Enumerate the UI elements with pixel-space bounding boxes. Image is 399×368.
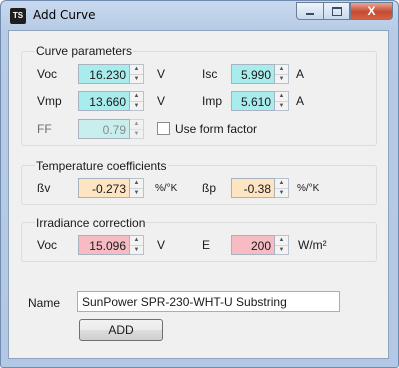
spin-up-icon: ▲ [130,120,143,130]
minimize-icon [306,13,314,15]
voc-label: Voc [37,67,58,81]
beta-p-label: ßp [202,181,217,195]
irradiance-voc-input[interactable]: 15.096 [78,235,130,255]
irradiance-voc-spin-arrows[interactable]: ▲ ▼ [130,235,144,255]
irradiance-e-input[interactable]: 200 [231,235,275,255]
use-form-factor-label[interactable]: Use form factor [175,122,257,136]
imp-spin-arrows[interactable]: ▲ ▼ [275,91,289,111]
use-form-factor-checkbox[interactable] [157,122,170,135]
vmp-label: Vmp [37,94,62,108]
minimize-button[interactable] [296,2,323,20]
beta-v-label: ßv [37,181,51,195]
spin-down-icon[interactable]: ▼ [275,102,288,111]
imp-spinner[interactable]: 5.610 ▲ ▼ [231,91,289,111]
caption-buttons: X [296,2,393,21]
spin-down-icon[interactable]: ▼ [275,246,288,255]
ff-spin-arrows: ▲ ▼ [130,119,144,139]
app-icon: TS [10,8,26,24]
ff-input: 0.79 [78,119,130,139]
voc-input[interactable]: 16.230 [78,64,130,84]
isc-input[interactable]: 5.990 [231,64,275,84]
maximize-icon [331,6,342,16]
spin-up-icon[interactable]: ▲ [130,236,143,246]
close-icon: X [367,4,376,18]
isc-label: Isc [202,67,218,81]
irradiance-e-spinner[interactable]: 200 ▲ ▼ [231,235,289,255]
spin-up-icon[interactable]: ▲ [275,65,288,75]
voc-unit: V [157,67,166,81]
close-button[interactable]: X [350,2,393,20]
isc-spinner[interactable]: 5.990 ▲ ▼ [231,64,289,84]
spin-down-icon[interactable]: ▼ [130,75,143,84]
beta-p-input[interactable]: -0.38 [231,178,275,198]
vmp-input[interactable]: 13.660 [78,91,130,111]
beta-p-unit: %/°K [297,183,320,194]
spin-down-icon[interactable]: ▼ [130,189,143,198]
beta-v-spin-arrows[interactable]: ▲ ▼ [130,178,144,198]
beta-v-spinner[interactable]: -0.273 ▲ ▼ [78,178,144,198]
spin-down-icon[interactable]: ▼ [275,75,288,84]
beta-v-unit: %/°K [155,183,178,194]
vmp-spinner[interactable]: 13.660 ▲ ▼ [78,91,144,111]
ff-spinner: 0.79 ▲ ▼ [78,119,144,139]
name-label: Name [28,296,61,310]
vmp-spin-arrows[interactable]: ▲ ▼ [130,91,144,111]
maximize-button[interactable] [323,2,350,20]
isc-unit: A [296,67,305,81]
imp-input[interactable]: 5.610 [231,91,275,111]
irradiance-correction-legend: Irradiance correction [35,216,147,230]
irradiance-voc-unit: V [157,238,166,252]
irradiance-voc-label: Voc [37,238,58,252]
spin-down-icon[interactable]: ▼ [130,246,143,255]
irradiance-e-label: E [202,238,211,252]
spin-up-icon[interactable]: ▲ [130,179,143,189]
beta-p-spin-arrows[interactable]: ▲ ▼ [275,178,289,198]
spin-down-icon[interactable]: ▼ [130,102,143,111]
imp-unit: A [296,94,305,108]
ff-label: FF [37,122,52,136]
window-title: Add Curve [33,8,96,22]
beta-p-spinner[interactable]: -0.38 ▲ ▼ [231,178,289,198]
curve-name-input[interactable]: SunPower SPR-230-WHT-U Substring [77,291,340,312]
spin-up-icon[interactable]: ▲ [130,92,143,102]
voc-spinner[interactable]: 16.230 ▲ ▼ [78,64,144,84]
add-button[interactable]: ADD [79,319,163,341]
spin-down-icon[interactable]: ▼ [275,189,288,198]
title-bar[interactable]: TS Add Curve X [1,1,398,29]
spin-up-icon[interactable]: ▲ [275,179,288,189]
voc-spin-arrows[interactable]: ▲ ▼ [130,64,144,84]
spin-up-icon[interactable]: ▲ [275,236,288,246]
curve-parameters-legend: Curve parameters [35,44,134,58]
imp-label: Imp [202,94,223,108]
temperature-coefficients-legend: Temperature coefficients [35,159,168,173]
irradiance-e-spin-arrows[interactable]: ▲ ▼ [275,235,289,255]
irradiance-e-unit: W/m² [298,238,327,252]
isc-spin-arrows[interactable]: ▲ ▼ [275,64,289,84]
irradiance-voc-spinner[interactable]: 15.096 ▲ ▼ [78,235,144,255]
spin-up-icon[interactable]: ▲ [130,65,143,75]
spin-up-icon[interactable]: ▲ [275,92,288,102]
vmp-unit: V [157,94,166,108]
spin-down-icon: ▼ [133,130,140,137]
beta-v-input[interactable]: -0.273 [78,178,130,198]
